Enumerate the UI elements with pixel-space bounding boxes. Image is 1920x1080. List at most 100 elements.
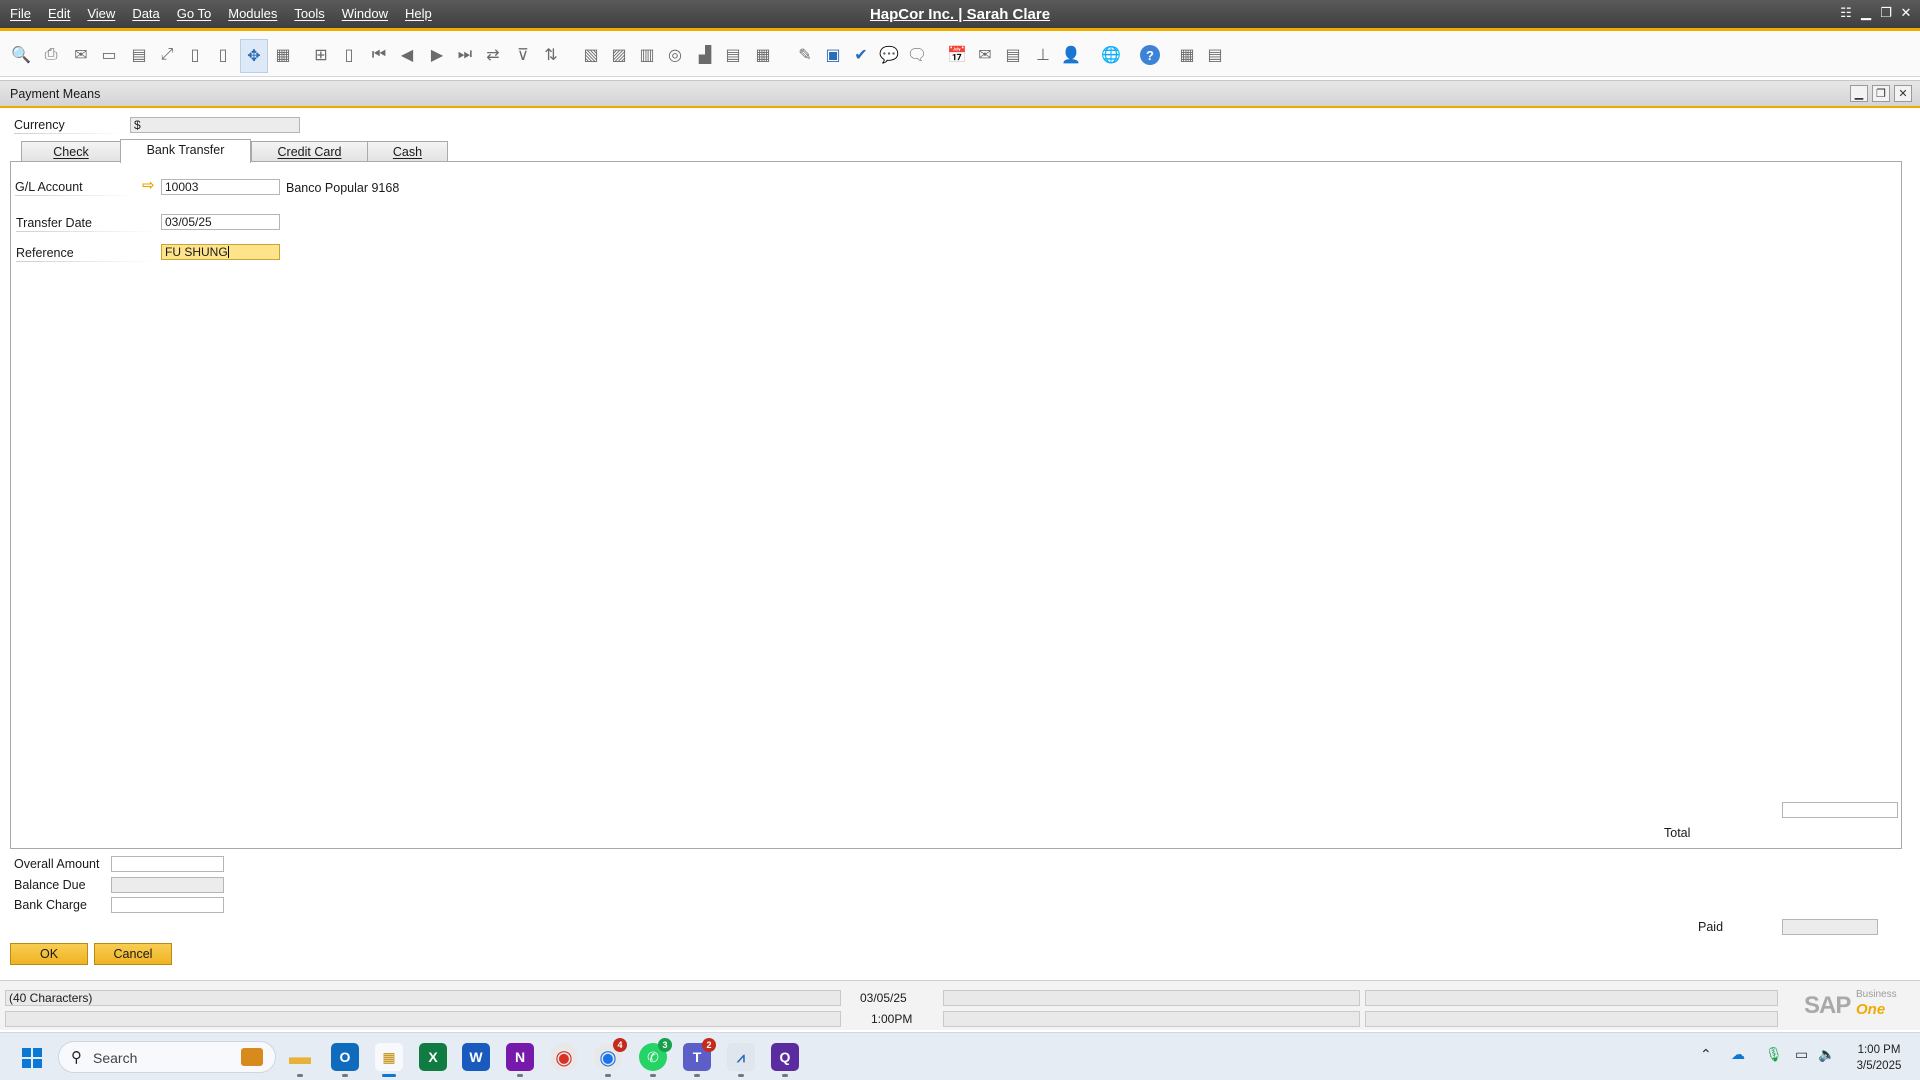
calendar-icon[interactable]: 📅 bbox=[946, 44, 968, 66]
menu-modules[interactable]: Modules bbox=[228, 6, 277, 21]
export-icon[interactable]: ⤢ bbox=[156, 44, 178, 66]
layout-icon[interactable]: ▥ bbox=[636, 44, 658, 66]
refresh-icon[interactable]: ⇄ bbox=[482, 44, 504, 66]
tab-credit-card[interactable]: Credit Card bbox=[251, 141, 368, 162]
taskbar-clock[interactable]: 1:00 PM 3/5/2025 bbox=[1844, 1042, 1914, 1074]
window-title: Payment Means bbox=[10, 87, 101, 101]
form-settings-icon[interactable]: ▦ bbox=[272, 44, 294, 66]
sms-icon[interactable]: ▭ bbox=[98, 44, 120, 66]
report-icon[interactable]: ▤ bbox=[1002, 44, 1024, 66]
whatsapp-icon[interactable]: ✆ 3 bbox=[639, 1038, 672, 1077]
help-icon[interactable]: ? bbox=[1140, 45, 1160, 65]
last-record-icon[interactable]: ⏭ bbox=[454, 44, 476, 66]
link-arrow-icon[interactable]: ⇨ bbox=[142, 178, 158, 193]
network-icon[interactable]: ▭ bbox=[1795, 1046, 1808, 1063]
text-caret bbox=[227, 246, 229, 258]
window-restore-icon[interactable]: ❐ bbox=[1872, 85, 1890, 102]
chart-app-indicator bbox=[738, 1074, 744, 1077]
onedrive-icon[interactable]: ☁ bbox=[1731, 1046, 1745, 1063]
total-field[interactable] bbox=[1782, 802, 1898, 818]
status-date: 03/05/25 bbox=[860, 991, 907, 1005]
chart-app-icon[interactable]: ⩘ bbox=[727, 1043, 755, 1077]
file-explorer-icon[interactable]: ▬ bbox=[286, 1043, 314, 1077]
reference-field[interactable]: FU SHUNG bbox=[161, 244, 280, 260]
microphone-icon[interactable]: 🎙 bbox=[1765, 1046, 1783, 1063]
sap-b1-taskbar-icon[interactable]: ▦ bbox=[375, 1043, 403, 1077]
chrome-profile-icon[interactable]: ◉ 4 bbox=[594, 1038, 627, 1077]
ok-button[interactable]: OK bbox=[10, 943, 88, 965]
web-icon[interactable]: 🌐 bbox=[1100, 44, 1122, 66]
tab-cash[interactable]: Cash bbox=[367, 141, 448, 162]
app-q-icon[interactable]: Q bbox=[771, 1043, 799, 1077]
app-settings-icon[interactable]: ☷ bbox=[1838, 5, 1854, 21]
find-icon[interactable]: ⊞ bbox=[310, 44, 332, 66]
email-icon[interactable]: ✉ bbox=[70, 44, 92, 66]
next-record-icon[interactable]: ▶ bbox=[426, 44, 448, 66]
base-document-icon[interactable]: ▧ bbox=[580, 44, 602, 66]
pdf-export-icon[interactable]: ▯ bbox=[212, 44, 234, 66]
gl-account-field[interactable]: 10003 bbox=[161, 179, 280, 195]
word-icon[interactable]: W bbox=[462, 1043, 490, 1071]
reference-value: FU SHUNG bbox=[165, 245, 228, 259]
print-icon[interactable]: ⎙ bbox=[40, 44, 62, 66]
restore-icon[interactable]: ❐ bbox=[1878, 5, 1894, 21]
word-export-icon[interactable]: ▯ bbox=[184, 44, 206, 66]
outlook-icon[interactable]: O bbox=[331, 1043, 359, 1077]
chrome-icon[interactable]: ◉ bbox=[550, 1043, 578, 1071]
edit-icon[interactable]: ✎ bbox=[794, 44, 816, 66]
close-icon[interactable]: ✕ bbox=[1898, 5, 1914, 21]
window-close-icon[interactable]: ✕ bbox=[1894, 85, 1912, 102]
menu-view[interactable]: View bbox=[87, 6, 115, 21]
query-icon[interactable]: ▦ bbox=[752, 44, 774, 66]
new-document-icon[interactable]: ▣ bbox=[822, 44, 844, 66]
target-document-icon[interactable]: ▨ bbox=[608, 44, 630, 66]
app-title[interactable]: HapCor Inc. | Sarah Clare bbox=[870, 6, 1050, 23]
overall-amount-field[interactable] bbox=[111, 856, 224, 872]
menu-window[interactable]: Window bbox=[342, 6, 388, 21]
filter-icon[interactable]: ⊽ bbox=[512, 44, 534, 66]
excel-icon[interactable]: X bbox=[419, 1043, 447, 1071]
chart-icon[interactable]: ▟ bbox=[694, 44, 716, 66]
cancel-button[interactable]: Cancel bbox=[94, 943, 172, 965]
paid-field bbox=[1782, 919, 1878, 935]
first-record-icon[interactable]: ⏮ bbox=[368, 44, 390, 66]
previous-record-icon[interactable]: ◀ bbox=[396, 44, 418, 66]
messages-icon[interactable]: 💬 bbox=[878, 44, 900, 66]
tab-credit-card-label: Credit Card bbox=[277, 145, 342, 159]
org-icon[interactable]: ⊥ bbox=[1032, 44, 1054, 66]
add-icon[interactable]: ▯ bbox=[338, 44, 360, 66]
menu-tools[interactable]: Tools bbox=[294, 6, 324, 21]
minimize-icon[interactable]: ▁ bbox=[1858, 5, 1874, 21]
approve-icon[interactable]: ✔ bbox=[850, 44, 872, 66]
tab-bank-transfer[interactable]: Bank Transfer bbox=[120, 139, 251, 163]
windows-start-icon[interactable] bbox=[22, 1048, 42, 1068]
taskbar-search[interactable]: ⚲ Search bbox=[58, 1041, 276, 1073]
menu-data[interactable]: Data bbox=[132, 6, 159, 21]
fax-icon[interactable]: ▤ bbox=[128, 44, 150, 66]
balance-due-label: Balance Due bbox=[14, 878, 86, 892]
alerts-icon[interactable]: 🗨 bbox=[906, 44, 928, 66]
bank-charge-field[interactable] bbox=[111, 897, 224, 913]
mail-alert-icon[interactable]: ✉ bbox=[974, 44, 996, 66]
volume-icon[interactable]: 🔈 bbox=[1818, 1046, 1835, 1063]
teams-icon[interactable]: T2 bbox=[683, 1038, 716, 1077]
show-hidden-icons-icon[interactable]: ⌃ bbox=[1700, 1046, 1712, 1063]
transfer-date-field[interactable]: 03/05/25 bbox=[161, 214, 280, 230]
tab-check[interactable]: Check bbox=[21, 141, 121, 162]
menu-edit[interactable]: Edit bbox=[48, 6, 70, 21]
gross-profit-icon[interactable]: ◎ bbox=[664, 44, 686, 66]
logout-icon[interactable]: ▤ bbox=[1204, 44, 1226, 66]
menu-goto[interactable]: Go To bbox=[177, 6, 211, 21]
outlook-indicator bbox=[342, 1074, 348, 1077]
move-icon[interactable]: ✥ bbox=[240, 39, 268, 73]
onenote-icon[interactable]: N bbox=[506, 1043, 534, 1077]
menu-file[interactable]: File bbox=[10, 6, 31, 21]
menu-help[interactable]: Help bbox=[405, 6, 432, 21]
status-box-4 bbox=[5, 1011, 841, 1027]
preview-icon[interactable]: 🔍 bbox=[10, 44, 32, 66]
sort-icon[interactable]: ⇅ bbox=[540, 44, 562, 66]
user-icon[interactable]: 👤 bbox=[1060, 44, 1082, 66]
pivot-icon[interactable]: ▤ bbox=[722, 44, 744, 66]
settings-icon[interactable]: ▦ bbox=[1176, 44, 1198, 66]
window-minimize-icon[interactable]: ▁ bbox=[1850, 85, 1868, 102]
